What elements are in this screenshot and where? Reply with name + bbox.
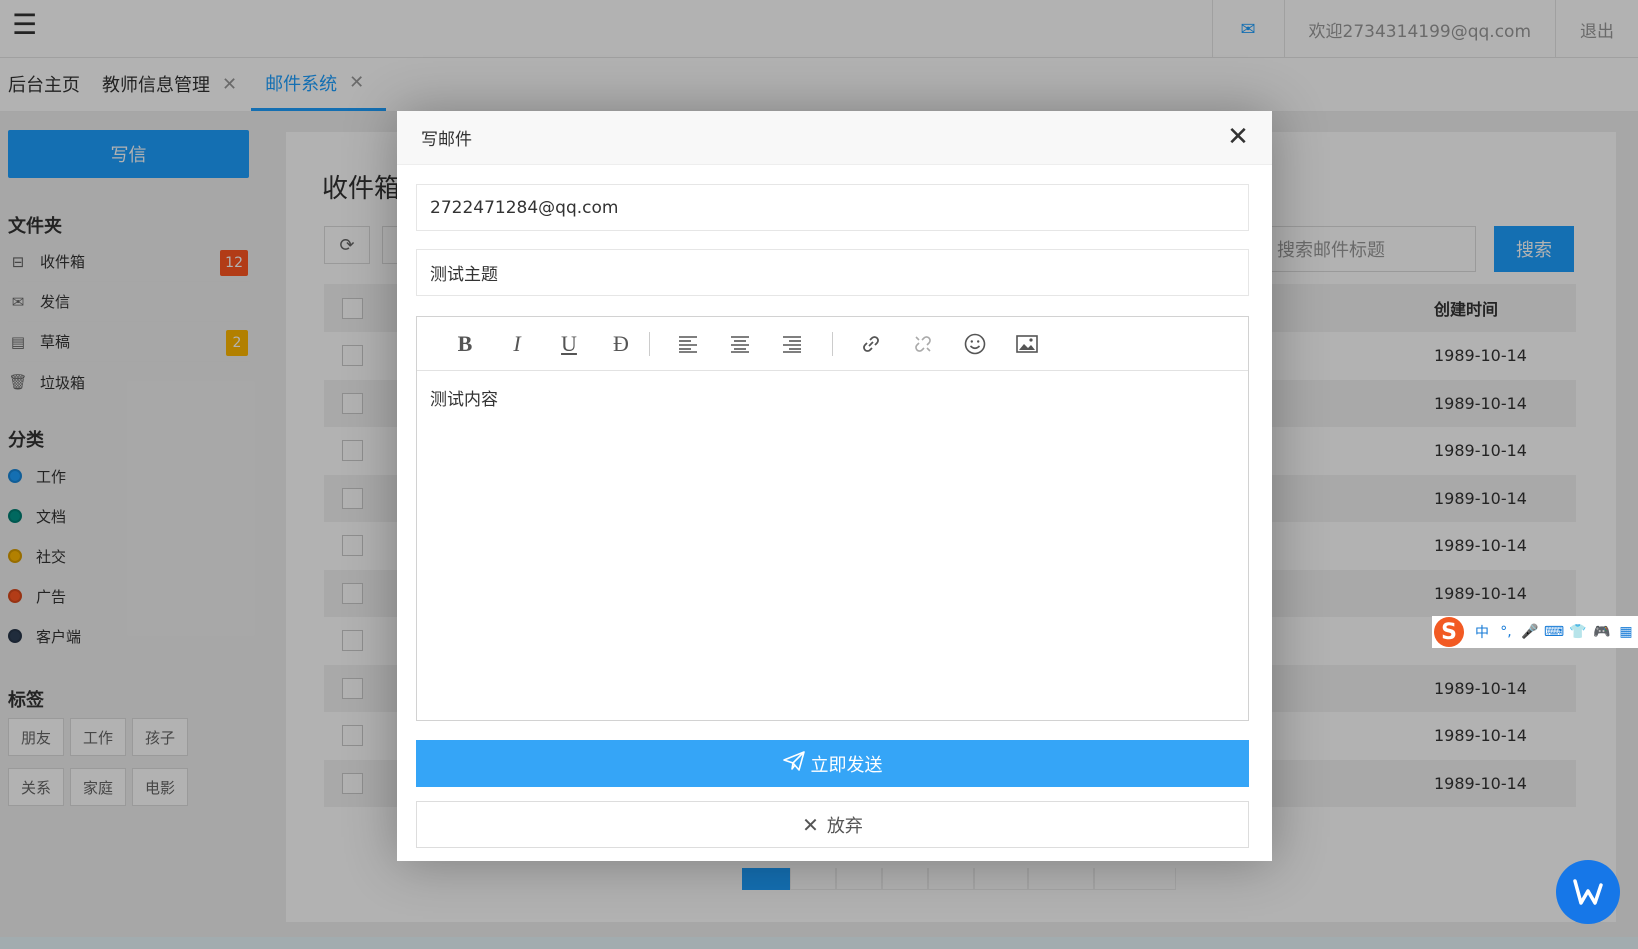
keyboard-icon[interactable]: ⌨ bbox=[1542, 624, 1566, 640]
grid-icon[interactable]: ▦ bbox=[1614, 624, 1638, 640]
ime-toolbar: S 中 °, 🎤 ⌨ 👕 🎮 ▦ bbox=[1432, 616, 1638, 648]
dialog-header: 写邮件 ✕ bbox=[397, 111, 1272, 165]
underline-icon[interactable]: U bbox=[543, 324, 595, 364]
compose-dialog: 写邮件 ✕ 2722471284@qq.com 测试主题 B I U Ð 测试内… bbox=[397, 111, 1272, 861]
send-button[interactable]: 立即发送 bbox=[416, 740, 1249, 787]
send-label: 立即发送 bbox=[810, 754, 883, 776]
toolbar-separator bbox=[832, 331, 833, 356]
bold-icon[interactable]: B bbox=[439, 324, 491, 364]
close-icon: ✕ bbox=[802, 812, 819, 837]
microphone-icon[interactable]: 🎤 bbox=[1518, 624, 1542, 640]
assistant-float-icon[interactable] bbox=[1556, 860, 1620, 924]
skin-icon[interactable]: 👕 bbox=[1566, 624, 1590, 640]
toolbar-separator bbox=[649, 331, 650, 356]
rich-text-editor: B I U Ð 测试内容 bbox=[416, 316, 1249, 721]
game-icon[interactable]: 🎮 bbox=[1590, 624, 1614, 640]
align-right-icon[interactable] bbox=[766, 324, 818, 364]
dialog-title: 写邮件 bbox=[421, 130, 472, 150]
unlink-icon[interactable] bbox=[897, 324, 949, 364]
sogou-logo-icon[interactable]: S bbox=[1434, 617, 1464, 647]
image-icon[interactable] bbox=[1001, 324, 1053, 364]
discard-button[interactable]: ✕ 放弃 bbox=[416, 801, 1249, 848]
ime-mode[interactable]: 中 bbox=[1470, 622, 1494, 642]
paper-plane-icon bbox=[782, 751, 805, 776]
editor-content[interactable]: 测试内容 bbox=[417, 371, 1248, 424]
editor-toolbar: B I U Ð bbox=[417, 317, 1248, 371]
emoji-icon[interactable] bbox=[949, 324, 1001, 364]
align-left-icon[interactable] bbox=[662, 324, 714, 364]
italic-icon[interactable]: I bbox=[491, 324, 543, 364]
punctuation-icon[interactable]: °, bbox=[1494, 624, 1518, 640]
subject-field[interactable]: 测试主题 bbox=[416, 249, 1249, 296]
link-icon[interactable] bbox=[845, 324, 897, 364]
recipient-field[interactable]: 2722471284@qq.com bbox=[416, 184, 1249, 231]
discard-label: 放弃 bbox=[826, 815, 863, 837]
align-center-icon[interactable] bbox=[714, 324, 766, 364]
strikethrough-icon[interactable]: Ð bbox=[595, 324, 647, 364]
close-icon[interactable]: ✕ bbox=[1224, 123, 1252, 151]
